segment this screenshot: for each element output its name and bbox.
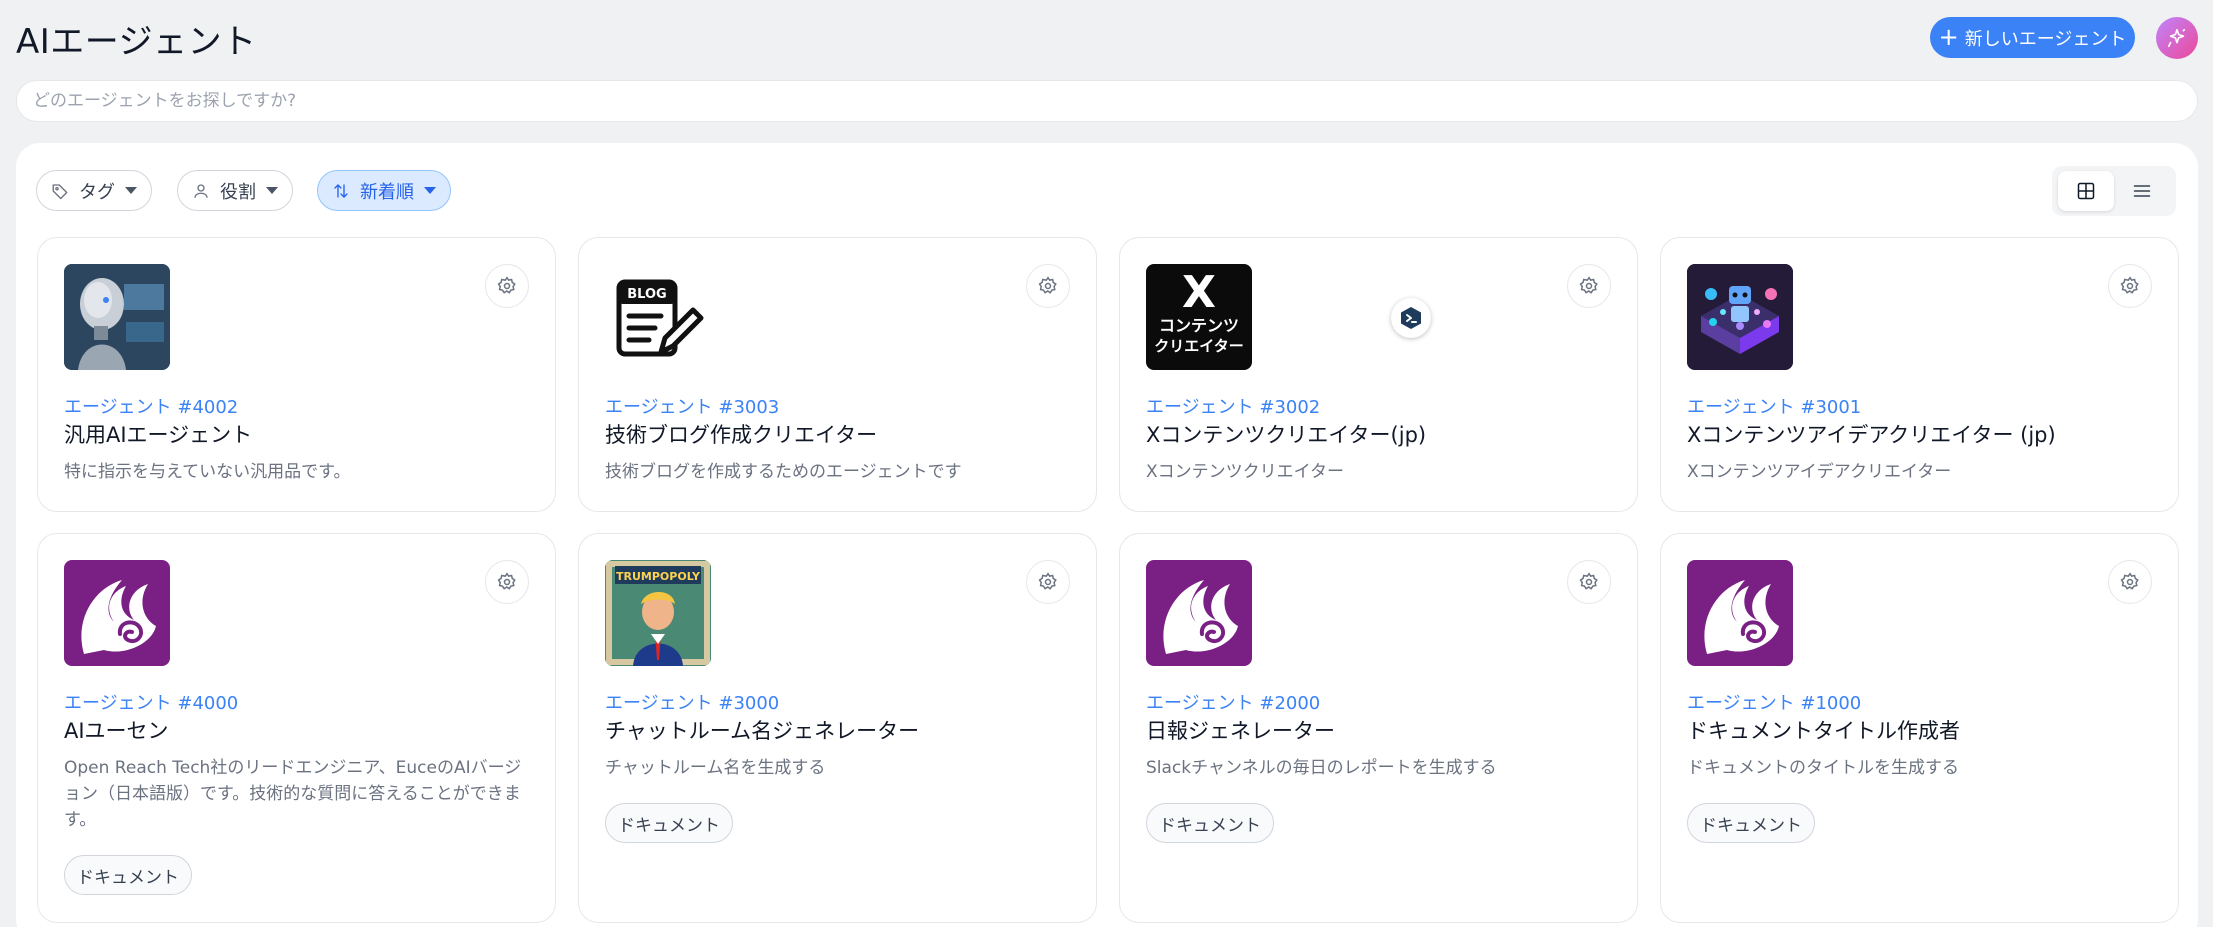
blog-icon: BLOG bbox=[605, 264, 711, 370]
agent-card[interactable]: エージェント #4002 汎用AIエージェント 特に指示を与えていない汎用品です… bbox=[37, 237, 556, 512]
sort-icon bbox=[334, 183, 348, 198]
new-agent-button[interactable]: + 新しいエージェント bbox=[1930, 17, 2135, 58]
agent-description: Xコンテンツアイデアクリエイター bbox=[1687, 462, 1952, 482]
tag-chip[interactable]: ドキュメント bbox=[1687, 803, 1815, 843]
list-view-button[interactable] bbox=[2114, 171, 2170, 211]
gear-icon bbox=[1038, 572, 1057, 590]
role-filter-label: 役割 bbox=[220, 181, 256, 203]
gear-icon bbox=[1579, 572, 1598, 590]
agent-name: 日報ジェネレーター bbox=[1146, 719, 1335, 743]
view-toggle bbox=[2052, 166, 2176, 216]
agent-id: エージェント #3003 bbox=[605, 397, 780, 418]
agent-id: エージェント #4002 bbox=[64, 397, 239, 418]
agent-id: エージェント #2000 bbox=[1146, 693, 1321, 714]
agent-description: Open Reach Tech社のリードエンジニア、EuceのAIバージョン（日… bbox=[64, 758, 522, 830]
search-input[interactable] bbox=[16, 80, 2198, 122]
agent-card[interactable]: エージェント #3001 Xコンテンツアイデアクリエイター (jp) Xコンテン… bbox=[1660, 237, 2179, 512]
ai-assist-button[interactable] bbox=[2156, 17, 2198, 59]
blog-thumb-text: BLOG bbox=[627, 287, 666, 302]
settings-button[interactable] bbox=[1567, 264, 1611, 308]
trumpopoly-image: TRUMPOPOLY bbox=[605, 560, 711, 666]
new-agent-label: 新しいエージェント bbox=[1964, 28, 2127, 50]
agent-description: 技術ブログを作成するためのエージェントです bbox=[605, 462, 962, 482]
agent-name: チャットルーム名ジェネレーター bbox=[605, 719, 920, 743]
x-logo-subtitle2: クリエイター bbox=[1154, 337, 1244, 355]
agent-description: 特に指示を与えていない汎用品です。 bbox=[64, 462, 351, 482]
agent-name: Xコンテンツクリエイター(jp) bbox=[1146, 423, 1427, 447]
gear-icon bbox=[497, 572, 516, 590]
gear-icon bbox=[497, 276, 516, 294]
settings-button[interactable] bbox=[1026, 560, 1070, 604]
extension-icon[interactable] bbox=[1391, 298, 1431, 338]
sparkle-icon bbox=[2167, 28, 2186, 48]
euce-logo bbox=[64, 560, 170, 666]
grid-view-button[interactable] bbox=[2058, 171, 2114, 211]
agent-name: AIユーセン bbox=[64, 719, 169, 743]
euce-logo bbox=[1146, 560, 1252, 666]
code-badge-icon bbox=[1401, 307, 1421, 329]
x-logo-subtitle: コンテンツ bbox=[1158, 316, 1239, 335]
agent-card[interactable]: X コンテンツ クリエイター エージェント #3002 Xコンテンツクリエイター… bbox=[1119, 237, 1638, 512]
tag-icon bbox=[52, 183, 68, 199]
list-icon bbox=[2133, 185, 2151, 197]
agent-card[interactable]: TRUMPOPOLY エージェント #3000 チャットルーム名ジェネレーター … bbox=[578, 533, 1097, 923]
agent-description: Slackチャンネルの毎日のレポートを生成する bbox=[1146, 758, 1497, 778]
x-logo-text: X bbox=[1182, 267, 1216, 318]
role-filter[interactable]: 役割 bbox=[177, 170, 293, 211]
agent-card[interactable]: エージェント #2000 日報ジェネレーター Slackチャンネルの毎日のレポー… bbox=[1119, 533, 1638, 923]
chevron-down-icon bbox=[424, 187, 436, 194]
chevron-down-icon bbox=[125, 187, 137, 194]
agent-id: エージェント #1000 bbox=[1687, 693, 1862, 714]
euce-logo bbox=[1687, 560, 1793, 666]
settings-button[interactable] bbox=[485, 264, 529, 308]
agent-description: Xコンテンツクリエイター bbox=[1146, 462, 1344, 482]
agent-id: エージェント #4000 bbox=[64, 693, 239, 714]
agent-name: Xコンテンツアイデアクリエイター (jp) bbox=[1687, 423, 2056, 447]
sort-filter-label: 新着順 bbox=[360, 181, 414, 203]
x-content-creator-logo: X コンテンツ クリエイター bbox=[1146, 264, 1252, 370]
settings-button[interactable] bbox=[485, 560, 529, 604]
plus-icon: + bbox=[1938, 22, 1959, 51]
agent-name: ドキュメントタイトル作成者 bbox=[1687, 719, 1960, 743]
settings-button[interactable] bbox=[2108, 560, 2152, 604]
agent-name: 技術ブログ作成クリエイター bbox=[605, 423, 878, 447]
tag-chip[interactable]: ドキュメント bbox=[1146, 803, 1274, 843]
gear-icon bbox=[2120, 276, 2139, 294]
trumpopoly-title: TRUMPOPOLY bbox=[616, 570, 701, 583]
tag-filter[interactable]: タグ bbox=[36, 170, 152, 211]
chevron-down-icon bbox=[266, 187, 278, 194]
gear-icon bbox=[2120, 572, 2139, 590]
tag-chip[interactable]: ドキュメント bbox=[605, 803, 733, 843]
tag-filter-label: タグ bbox=[79, 181, 115, 203]
agent-name: 汎用AIエージェント bbox=[64, 423, 253, 447]
user-icon bbox=[194, 183, 208, 198]
robot-image bbox=[64, 264, 170, 370]
agent-id: エージェント #3002 bbox=[1146, 397, 1321, 418]
gear-icon bbox=[1038, 276, 1057, 294]
agent-description: チャットルーム名を生成する bbox=[605, 758, 826, 778]
agent-card[interactable]: BLOG エージェント #3003 技術ブログ作成クリエイター 技術ブログを作成… bbox=[578, 237, 1097, 512]
gear-icon bbox=[1579, 276, 1598, 294]
grid-icon bbox=[2077, 182, 2095, 200]
agent-id: エージェント #3000 bbox=[605, 693, 780, 714]
sort-filter[interactable]: 新着順 bbox=[317, 170, 451, 211]
settings-button[interactable] bbox=[1026, 264, 1070, 308]
settings-button[interactable] bbox=[1567, 560, 1611, 604]
agent-card[interactable]: エージェント #4000 AIユーセン Open Reach Tech社のリード… bbox=[37, 533, 556, 923]
agent-id: エージェント #3001 bbox=[1687, 397, 1862, 418]
page-title: AIエージェント bbox=[16, 22, 257, 62]
tag-chip[interactable]: ドキュメント bbox=[64, 855, 192, 895]
agent-description: ドキュメントのタイトルを生成する bbox=[1687, 758, 1959, 778]
agent-card[interactable]: エージェント #1000 ドキュメントタイトル作成者 ドキュメントのタイトルを生… bbox=[1660, 533, 2179, 923]
isometric-robot-image bbox=[1687, 264, 1793, 370]
settings-button[interactable] bbox=[2108, 264, 2152, 308]
